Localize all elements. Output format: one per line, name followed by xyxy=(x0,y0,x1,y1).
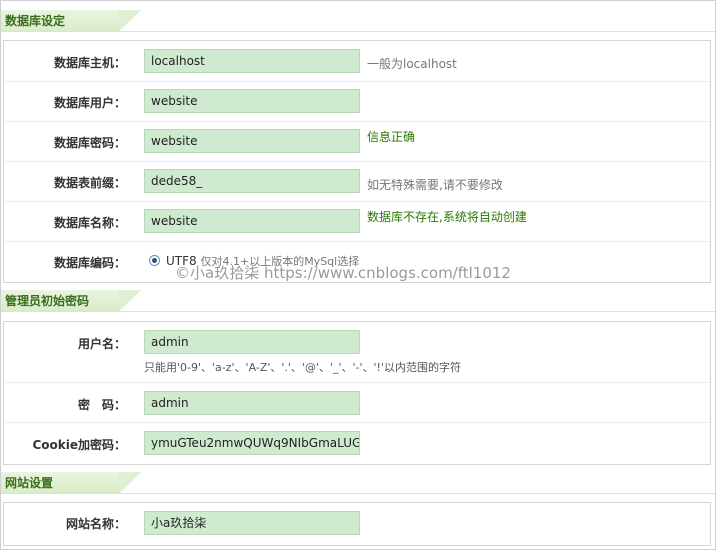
site-settings-panel: 网站名称： 小a玖拾柒 xyxy=(3,502,711,546)
database-settings-panel: 数据库主机： localhost 一般为localhost 数据库用户： web… xyxy=(3,40,711,283)
admin-password-input[interactable]: admin xyxy=(144,391,360,415)
section-header-site: 网站设置 xyxy=(1,472,715,494)
db-password-status: 信息正确 xyxy=(367,130,416,144)
db-host-hint: 一般为localhost xyxy=(367,57,457,71)
form-row-cookie-key: Cookie加密码： ymuGTeu2nmwQUWq9NIbGmaLUGG xyxy=(4,422,710,463)
db-password-label: 数据库密码： xyxy=(53,136,126,150)
db-host-label: 数据库主机： xyxy=(53,56,126,70)
section-header-database: 数据库设定 xyxy=(1,10,715,32)
db-user-input[interactable]: website xyxy=(144,89,360,113)
table-prefix-label: 数据表前缀： xyxy=(53,176,126,190)
form-row-db-host: 数据库主机： localhost 一般为localhost xyxy=(4,41,710,82)
admin-settings-panel: 用户名： admin 只能用'0-9'、'a-z'、'A-Z'、'.'、'@'、… xyxy=(3,321,711,465)
db-password-input[interactable]: website xyxy=(144,129,360,153)
radio-selected-dot xyxy=(152,258,157,263)
table-prefix-hint: 如无特殊需要,请不要修改 xyxy=(367,178,503,192)
db-user-label: 数据库用户： xyxy=(53,96,126,110)
db-name-input[interactable]: website xyxy=(144,209,360,233)
cookie-key-input[interactable]: ymuGTeu2nmwQUWq9NIbGmaLUGG xyxy=(144,431,360,455)
admin-username-input[interactable]: admin xyxy=(144,330,360,354)
section-header-admin: 管理员初始密码 xyxy=(1,290,715,312)
form-row-admin-password: 密 码： admin xyxy=(4,382,710,423)
form-row-db-password: 数据库密码： website 信息正确 xyxy=(4,121,710,162)
table-prefix-input[interactable]: dede58_ xyxy=(144,169,360,193)
db-charset-label: 数据库编码： xyxy=(53,256,126,270)
watermark: ©小a玖拾柒 https://www.cnblogs.com/ftl1012 xyxy=(175,264,511,282)
admin-password-label: 密 码： xyxy=(77,398,126,412)
admin-username-label: 用户名： xyxy=(77,337,126,351)
db-name-status: 数据库不存在,系统将自动创建 xyxy=(367,210,527,224)
form-row-db-name: 数据库名称： website 数据库不存在,系统将自动创建 xyxy=(4,201,710,242)
form-row-table-prefix: 数据表前缀： dede58_ 如无特殊需要,请不要修改 xyxy=(4,161,710,202)
site-name-label: 网站名称： xyxy=(65,517,126,531)
site-name-input[interactable]: 小a玖拾柒 xyxy=(144,511,360,535)
cookie-key-label: Cookie加密码： xyxy=(32,438,126,452)
utf8-radio[interactable] xyxy=(149,255,160,266)
db-host-input[interactable]: localhost xyxy=(144,49,360,73)
form-row-admin-username: 用户名： admin 只能用'0-9'、'a-z'、'A-Z'、'.'、'@'、… xyxy=(4,322,710,383)
section-title: 网站设置 xyxy=(1,472,141,494)
db-name-label: 数据库名称： xyxy=(53,216,126,230)
form-row-db-user: 数据库用户： website xyxy=(4,81,710,122)
form-row-site-name: 网站名称： 小a玖拾柒 xyxy=(4,503,710,545)
section-title: 管理员初始密码 xyxy=(1,290,141,312)
admin-username-hint: 只能用'0-9'、'a-z'、'A-Z'、'.'、'@'、'_'、'-'、'!'… xyxy=(144,361,461,374)
section-title: 数据库设定 xyxy=(1,10,141,32)
